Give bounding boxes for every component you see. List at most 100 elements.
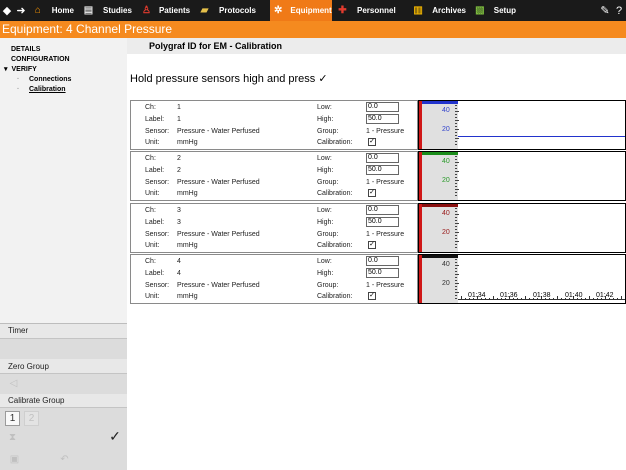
sensor-value: Pressure - Water Perfused	[177, 231, 260, 238]
sensor-label: Sensor:	[145, 179, 170, 186]
plot-axis	[422, 204, 458, 252]
zero-group-panel: ◁	[0, 373, 127, 394]
axis-tick	[455, 174, 457, 175]
time-tick	[521, 298, 522, 300]
axis-tick	[455, 268, 457, 269]
channel-row: Ch: Label: Sensor: Unit: 3 3 Pressure - Water …	[130, 203, 418, 253]
high-input[interactable]: 50.0	[366, 114, 399, 124]
axis-tick	[455, 114, 457, 115]
page-title: Equipment: 4 Channel Pressure	[0, 21, 626, 38]
label-label: Label:	[145, 219, 165, 226]
axis-tick	[455, 298, 457, 299]
undo-icon[interactable]: ↶	[57, 453, 72, 468]
bullet-icon: ·	[17, 76, 20, 83]
nav-patients[interactable]: ♙ Patients	[138, 0, 194, 21]
high-input[interactable]: 50.0	[366, 165, 399, 175]
tree-item-configuration[interactable]: CONFIGURATION	[0, 55, 127, 65]
nav-label: Archives	[432, 6, 466, 15]
label-label: Label:	[145, 116, 165, 123]
time-label: 01:36	[500, 292, 518, 299]
calibration-label: Calibration:	[317, 293, 353, 300]
calibration-checkbox[interactable]: ✓	[368, 189, 376, 197]
axis-tick	[455, 183, 457, 184]
tree-item-connections[interactable]: · Connections	[0, 75, 127, 85]
sensor-value: Pressure - Water Perfused	[177, 282, 260, 289]
timer-panel	[0, 338, 127, 359]
hourglass-icon: ⧗	[8, 432, 17, 443]
tick-label: 20	[442, 229, 450, 236]
tree-label: Connections	[29, 76, 72, 83]
sensor-label: Sensor:	[145, 282, 170, 289]
axis-tick	[455, 277, 457, 278]
nav-label: Home	[51, 6, 74, 15]
group-2-button[interactable]: 2	[24, 411, 39, 426]
axis-tick	[455, 295, 457, 296]
axis-tick	[455, 132, 457, 133]
low-label: Low:	[317, 155, 332, 162]
back-arrow-icon[interactable]: ◆	[0, 4, 14, 17]
nav-equipment[interactable]: ✲ Equipment	[270, 0, 332, 21]
axis-tick	[455, 265, 459, 266]
tick-label: 20	[442, 177, 450, 184]
low-input[interactable]: 0.0	[366, 153, 399, 163]
low-input[interactable]: 0.0	[366, 102, 399, 112]
tree-item-verify[interactable]: ▾ VERIFY	[0, 65, 127, 75]
low-input[interactable]: 0.0	[366, 256, 399, 266]
time-tick	[585, 298, 586, 300]
ch-value: 2	[177, 155, 181, 162]
help-icon[interactable]: ?	[612, 5, 626, 17]
high-label: High:	[317, 270, 334, 277]
unit-value: mmHg	[177, 293, 198, 300]
equipment-icon: ✲	[274, 5, 283, 16]
time-tick	[617, 298, 618, 300]
signal-trace	[458, 136, 625, 137]
home-icon: ⌂	[34, 5, 41, 16]
pencil-icon[interactable]: ✎	[598, 4, 612, 17]
unit-label: Unit:	[145, 139, 160, 146]
breadcrumb: Polygraf ID for EM - Calibration	[127, 38, 626, 54]
label-value: 3	[177, 219, 181, 226]
nav-label: Equipment	[290, 6, 332, 15]
zero-icon[interactable]: ◁	[6, 377, 21, 392]
nav-personnel[interactable]: ✚ Personnel	[332, 0, 408, 21]
calibrate-group-label: Calibrate Group	[8, 396, 65, 405]
tick-label: 40	[442, 210, 450, 217]
axis-tick	[455, 159, 457, 160]
channel-plot: 40 20	[418, 100, 626, 150]
top-nav: ◆ ➜ ⌂ Home ▤ Studies ♙ Patients ▰ Protocols ✲ Equ…	[0, 0, 626, 21]
nav-protocols[interactable]: ▰ Protocols	[194, 0, 270, 21]
group-value: 1 - Pressure	[366, 282, 405, 289]
save-icon[interactable]: ▣	[7, 453, 22, 468]
forward-arrow-icon[interactable]: ➜	[14, 4, 28, 17]
nav-setup[interactable]: ▧ Setup	[470, 0, 520, 21]
low-label: Low:	[317, 258, 332, 265]
axis-tick	[455, 280, 457, 281]
high-input[interactable]: 50.0	[366, 217, 399, 227]
high-input[interactable]: 50.0	[366, 268, 399, 278]
divider	[0, 323, 127, 324]
main-panel: Polygraf ID for EM - Calibration Hold pr…	[127, 38, 626, 470]
tree-label: CONFIGURATION	[11, 56, 70, 63]
label-value: 1	[177, 116, 181, 123]
calibration-checkbox[interactable]: ✓	[368, 292, 376, 300]
time-tick	[561, 298, 562, 300]
time-tick	[493, 296, 494, 300]
tree-item-details[interactable]: DETAILS	[0, 45, 127, 55]
low-input[interactable]: 0.0	[366, 205, 399, 215]
expand-icon[interactable]: ▾	[4, 66, 8, 73]
axis-tick	[455, 186, 457, 187]
nav-home[interactable]: ⌂ Home	[28, 0, 78, 21]
nav-studies[interactable]: ▤ Studies	[78, 0, 138, 21]
axis-tick	[455, 259, 457, 260]
calibration-label: Calibration:	[317, 139, 353, 146]
axis-tick	[455, 180, 459, 181]
unit-value: mmHg	[177, 242, 198, 249]
calibrate-check-button[interactable]: ✓	[106, 428, 124, 446]
tree-item-calibration[interactable]: · Calibration	[0, 85, 127, 95]
axis-tick	[455, 274, 459, 275]
tree-label: DETAILS	[11, 46, 41, 53]
nav-archives[interactable]: ▥ Archives	[408, 0, 470, 21]
calibration-checkbox[interactable]: ✓	[368, 241, 376, 249]
calibration-checkbox[interactable]: ✓	[368, 138, 376, 146]
group-1-button[interactable]: 1	[5, 411, 20, 426]
